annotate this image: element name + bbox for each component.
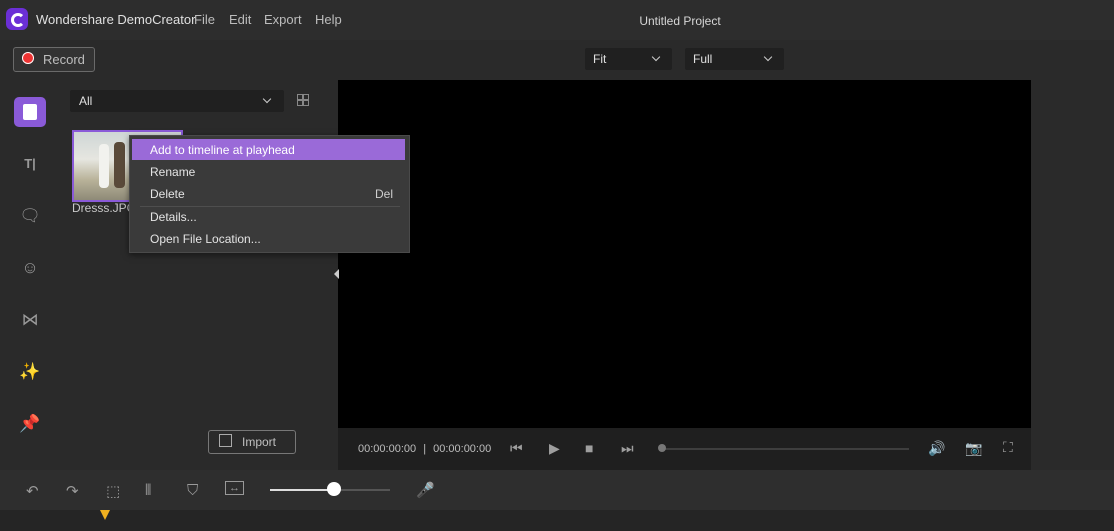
snapshot-icon[interactable]: 📷 <box>965 440 982 457</box>
skip-back-icon[interactable]: ⏮ <box>510 440 523 457</box>
menu-item-label: Add to timeline at playhead <box>150 143 295 157</box>
menu-item-label: Rename <box>150 165 196 179</box>
total-time: 00:00:00:00 <box>433 443 492 455</box>
context-menu-item-details[interactable]: Details... <box>132 206 405 227</box>
import-button[interactable]: Import <box>208 430 296 454</box>
fit-value: Fit <box>593 52 607 66</box>
menu-edit[interactable]: Edit <box>229 12 251 27</box>
preview-canvas[interactable] <box>338 80 1031 428</box>
context-menu-item-open-file-location[interactable]: Open File Location... <box>132 228 405 249</box>
stop-icon[interactable]: ■ <box>585 440 593 456</box>
chevron-down-icon <box>763 52 773 62</box>
media-filter-value: All <box>79 94 93 108</box>
import-icon <box>219 434 232 447</box>
sticker-icon[interactable]: ☺ <box>19 257 41 279</box>
marker-icon[interactable]: ⛉ <box>187 482 198 499</box>
transition-icon[interactable]: ⋈ <box>19 309 41 331</box>
fit-timeline-icon[interactable]: ↔ <box>225 481 244 495</box>
player-controls: 00:00:00:00 | 00:00:00:00 ⏮ ▶ ■ ⏭ 🔊 📷 ⛶ <box>338 428 1031 470</box>
microphone-icon[interactable]: 🎤 <box>416 481 435 499</box>
timecode: 00:00:00:00 | 00:00:00:00 <box>358 443 491 455</box>
context-menu-item-delete[interactable]: Delete Del <box>132 183 405 204</box>
pin-icon[interactable]: 📌 <box>19 413 41 435</box>
media-library-icon[interactable] <box>14 97 46 127</box>
context-menu: Add to timeline at playhead Rename Delet… <box>129 135 410 253</box>
record-icon <box>22 52 34 64</box>
seek-handle[interactable] <box>658 444 666 452</box>
right-panel <box>1031 80 1114 470</box>
quality-dropdown[interactable]: Full <box>685 48 784 70</box>
annotation-icon[interactable]: 🗨 <box>19 205 41 227</box>
menu-file[interactable]: File <box>194 12 215 27</box>
time-separator: | <box>423 443 427 455</box>
redo-icon[interactable]: ↷ <box>66 482 79 500</box>
quality-value: Full <box>693 52 713 66</box>
chevron-down-icon <box>262 94 272 104</box>
app-title: Wondershare DemoCreator <box>36 12 196 27</box>
zoom-handle[interactable] <box>327 482 341 496</box>
timeline-ruler[interactable] <box>0 510 1114 531</box>
current-time: 00:00:00:00 <box>358 443 417 455</box>
menu-export[interactable]: Export <box>264 12 302 27</box>
effects-icon[interactable]: ✨ <box>19 361 41 383</box>
fullscreen-icon[interactable]: ⛶ <box>1003 439 1013 456</box>
menu-item-shortcut: Del <box>374 187 393 201</box>
menu-help[interactable]: Help <box>315 12 342 27</box>
volume-icon[interactable]: 🔊 <box>928 440 945 457</box>
project-title: Untitled Project <box>639 14 721 28</box>
grid-view-icon[interactable] <box>297 94 309 106</box>
collapse-left-icon[interactable] <box>334 269 339 279</box>
record-label: Record <box>43 52 85 67</box>
playhead-marker[interactable] <box>100 510 110 520</box>
menu-item-label: Delete <box>150 187 185 201</box>
fit-dropdown[interactable]: Fit <box>585 48 672 70</box>
timeline-toolbar <box>0 470 1114 510</box>
play-icon[interactable]: ▶ <box>549 440 560 457</box>
split-icon[interactable]: ⫴ <box>145 482 151 499</box>
menu-item-label: Open File Location... <box>150 232 261 246</box>
seek-bar[interactable] <box>663 448 909 450</box>
context-menu-item-add-to-timeline[interactable]: Add to timeline at playhead <box>132 139 405 160</box>
zoom-slider-fill <box>270 489 334 491</box>
context-menu-item-rename[interactable]: Rename <box>132 161 405 182</box>
record-button[interactable]: Record <box>13 47 95 72</box>
skip-forward-icon[interactable]: ⏭ <box>621 440 634 457</box>
app-logo-icon <box>6 8 28 30</box>
crop-icon[interactable]: ⬚ <box>106 482 120 500</box>
media-filter-dropdown[interactable]: All <box>70 90 284 112</box>
menu-item-label: Details... <box>150 210 197 224</box>
media-item-name: Dresss.JPG <box>72 201 137 215</box>
text-title-icon[interactable]: T| <box>19 153 41 175</box>
import-label: Import <box>242 435 277 449</box>
chevron-down-icon <box>651 52 661 62</box>
undo-icon[interactable]: ↶ <box>26 482 39 500</box>
